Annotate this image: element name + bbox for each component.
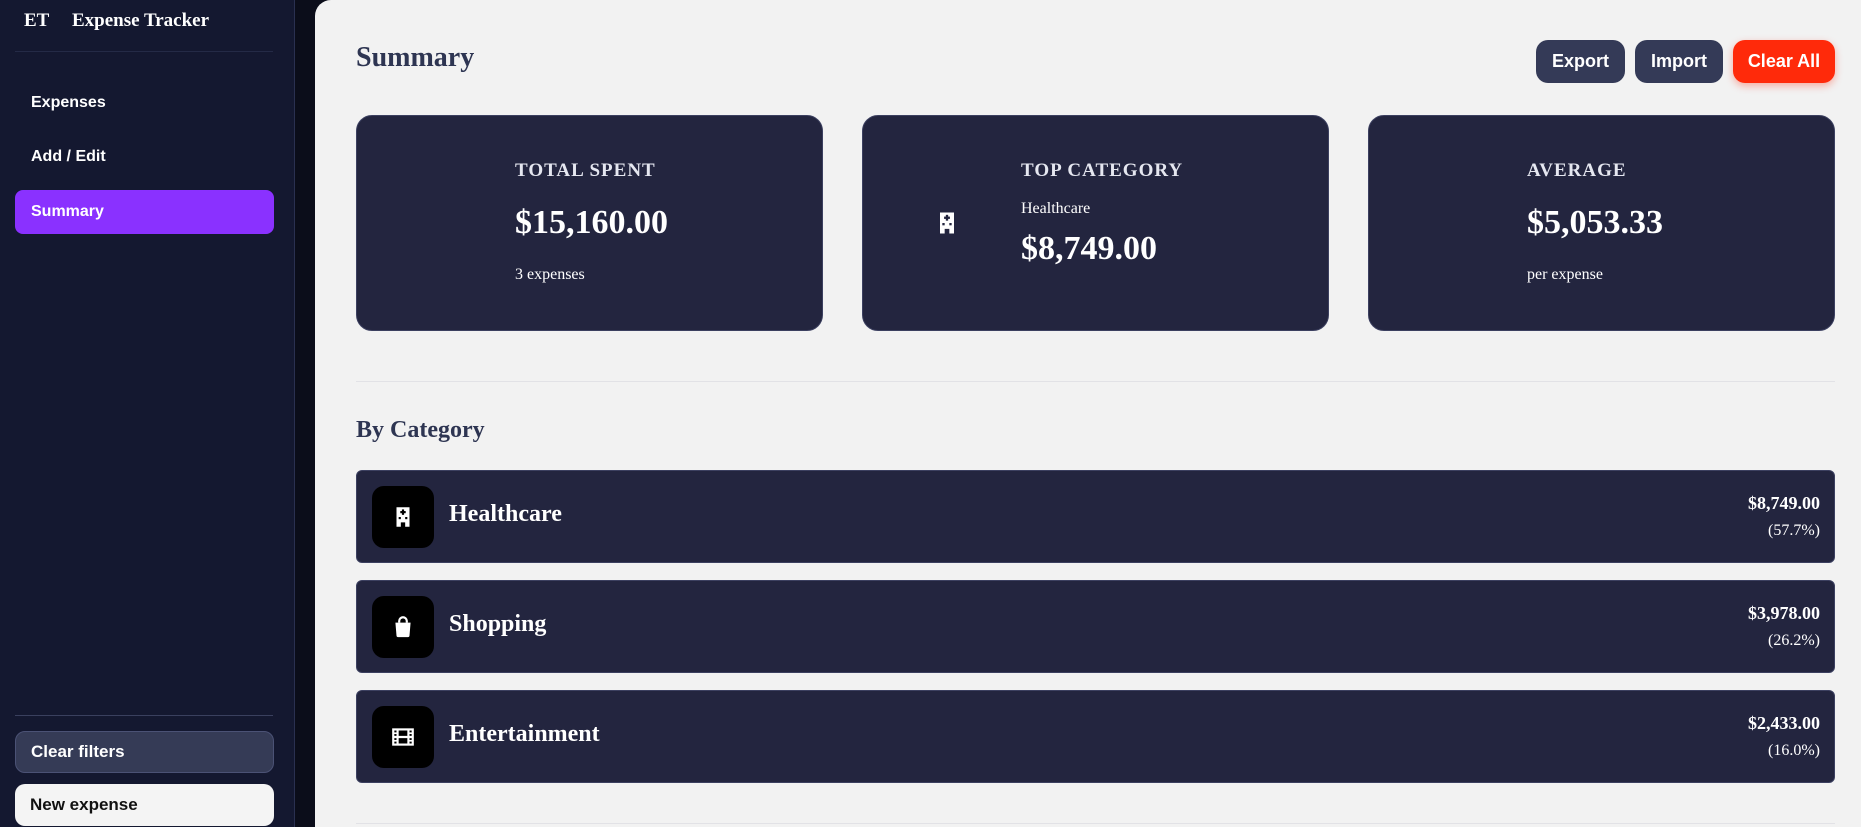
category-icon-box <box>372 486 434 548</box>
average-value: $5,053.33 <box>1527 204 1663 241</box>
section-divider <box>356 381 1835 382</box>
category-row-entertainment: Entertainment $2,433.00 (16.0%) <box>356 690 1835 783</box>
sidebar-item-expenses[interactable]: Expenses <box>15 81 274 125</box>
sidebar: ET Expense Tracker Expenses Add / Edit S… <box>0 0 295 827</box>
by-category-title: By Category <box>356 417 485 443</box>
section-divider-bottom <box>356 823 1835 824</box>
category-row-shopping: Shopping $3,978.00 (26.2%) <box>356 580 1835 673</box>
card-label: TOP CATEGORY <box>1021 160 1184 181</box>
card-label: TOTAL SPENT <box>515 160 656 181</box>
app-logo: ET <box>24 10 50 31</box>
app-title: Expense Tracker <box>72 10 210 31</box>
total-spent-card: TOTAL SPENT $15,160.00 3 expenses <box>356 115 823 331</box>
category-amount: $2,433.00 <box>1748 713 1820 733</box>
top-category-card: TOP CATEGORY Healthcare $8,749.00 <box>862 115 1329 331</box>
category-icon-box <box>372 706 434 768</box>
total-spent-value: $15,160.00 <box>515 204 668 241</box>
sidebar-item-label: Expenses <box>31 94 106 111</box>
clear-all-button[interactable]: Clear All <box>1733 40 1835 83</box>
category-amount: $8,749.00 <box>1748 493 1820 513</box>
category-percent: (16.0%) <box>1768 742 1820 759</box>
category-amount: $3,978.00 <box>1748 603 1820 623</box>
film-icon <box>392 728 414 746</box>
sidebar-bottom-divider <box>15 715 273 716</box>
import-button[interactable]: Import <box>1635 40 1723 83</box>
new-expense-button[interactable]: New expense <box>15 784 274 826</box>
hospital-icon <box>940 212 954 234</box>
average-card: AVERAGE $5,053.33 per expense <box>1368 115 1835 331</box>
app-brand: ET Expense Tracker <box>24 8 209 34</box>
sidebar-item-label: Add / Edit <box>31 148 106 165</box>
category-name: Entertainment <box>449 721 600 747</box>
sidebar-item-add-edit[interactable]: Add / Edit <box>15 135 274 179</box>
category-name: Healthcare <box>449 501 562 527</box>
category-name: Shopping <box>449 611 547 637</box>
category-percent: (26.2%) <box>1768 632 1820 649</box>
card-label: AVERAGE <box>1527 160 1627 181</box>
page-title: Summary <box>356 42 475 73</box>
hospital-icon <box>396 507 410 527</box>
sidebar-item-summary[interactable]: Summary <box>15 190 274 234</box>
top-category-name: Healthcare <box>1021 200 1091 217</box>
category-row-healthcare: Healthcare $8,749.00 (57.7%) <box>356 470 1835 563</box>
category-icon-box <box>372 596 434 658</box>
sidebar-divider <box>15 51 273 52</box>
export-button[interactable]: Export <box>1536 40 1625 83</box>
category-percent: (57.7%) <box>1768 522 1820 539</box>
clear-filters-button[interactable]: Clear filters <box>15 731 274 773</box>
sidebar-item-label: Summary <box>31 203 104 220</box>
shopping-bag-icon <box>395 616 411 638</box>
top-category-value: $8,749.00 <box>1021 230 1157 267</box>
main-panel: Summary Export Import Clear All TOTAL SP… <box>315 0 1861 827</box>
average-sub: per expense <box>1527 266 1603 283</box>
expense-count: 3 expenses <box>515 266 585 283</box>
